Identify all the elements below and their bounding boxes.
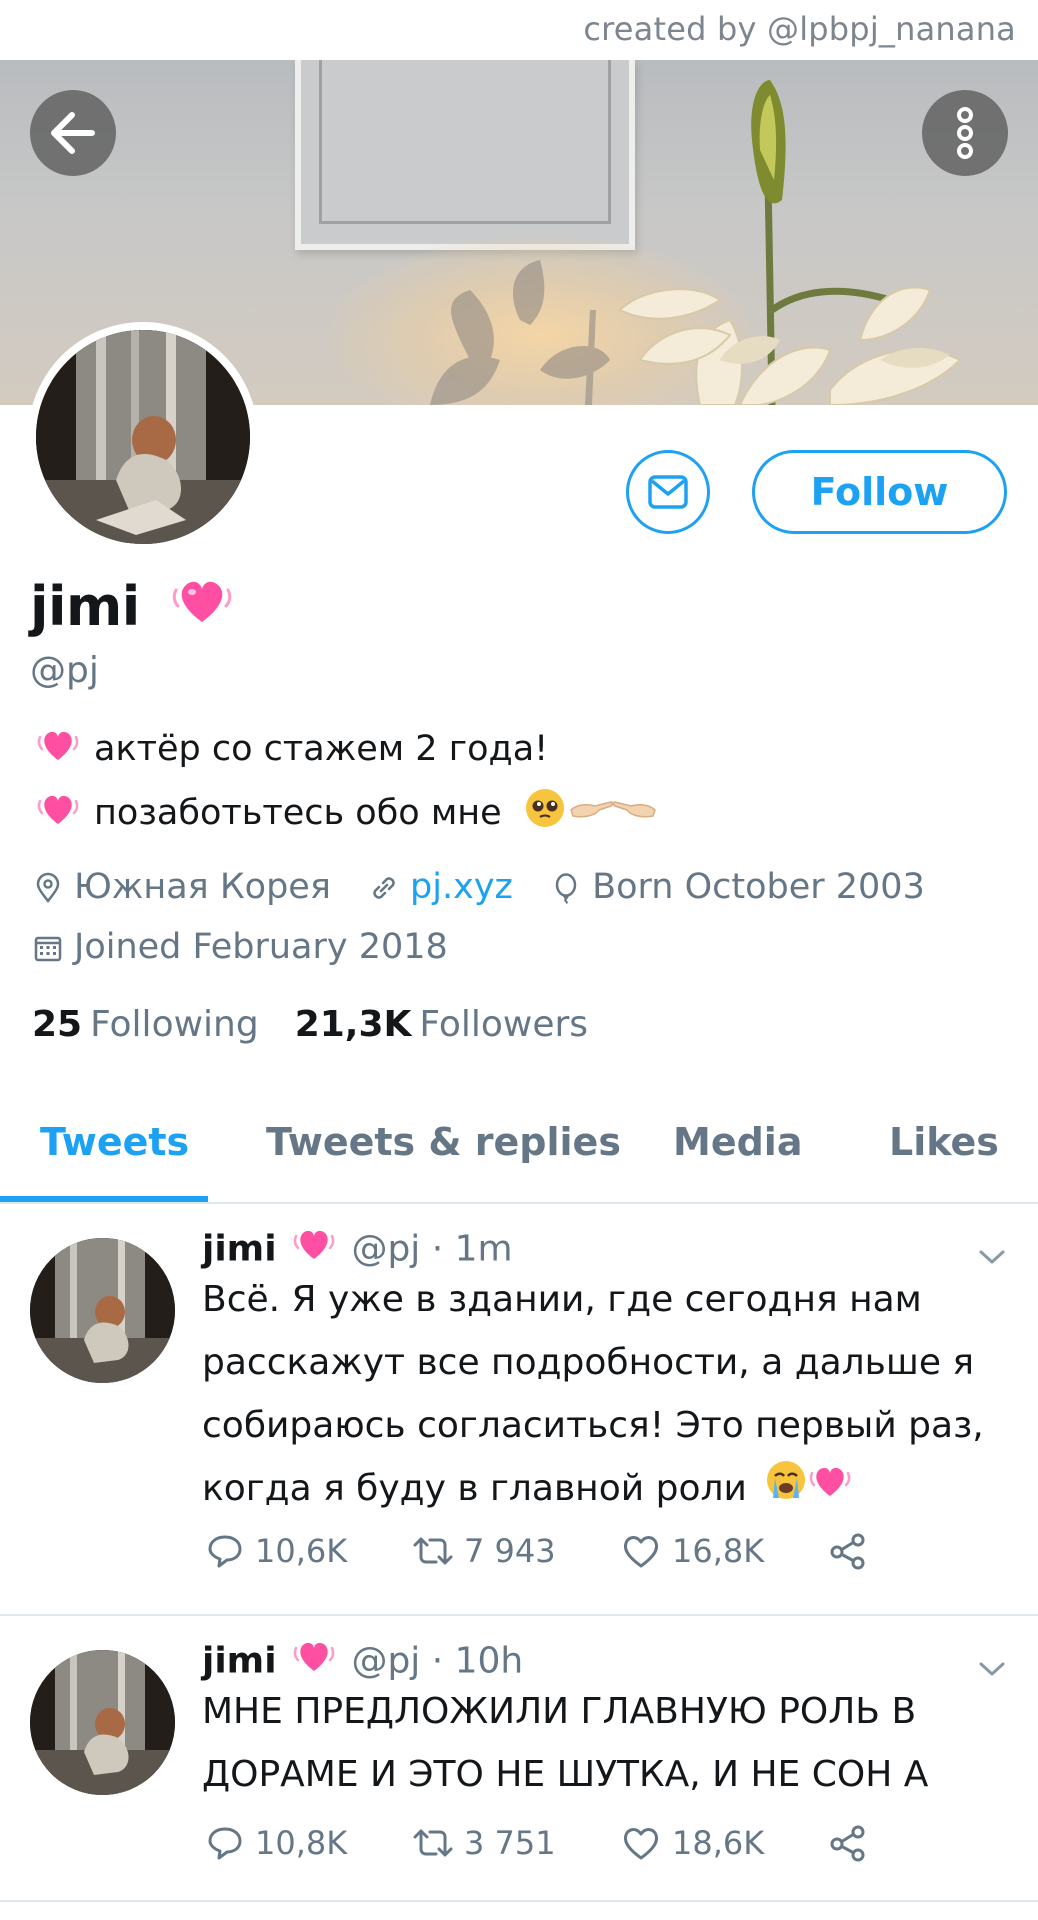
retweet-count: 7 943 [464,1532,556,1570]
arrow-left-icon [51,112,95,154]
active-tab-indicator [0,1196,208,1202]
retweet-button[interactable]: 7 943 [412,1530,556,1571]
like-button[interactable]: 16,8K [620,1530,764,1571]
heart-outline-icon [623,1828,659,1860]
reply-icon [208,1535,242,1568]
tweet-text: МНЕ ПРЕДЛОЖИЛИ ГЛАВНУЮ РОЛЬ В ДОРАМЕ И Э… [202,1680,1002,1806]
birthday-text: Born October 2003 [592,867,925,907]
followers-count: 21,3K [294,1004,412,1045]
bio-line-2: позаботьтесь обо мне [36,786,659,839]
calendar-icon [34,936,62,962]
tweet-author-name[interactable]: jimi [202,1229,277,1270]
like-count: 18,6K [672,1824,765,1862]
tab-tweets-and-replies[interactable]: Tweets & replies [266,1120,621,1164]
tweet-handle-time: @pj · 10h [351,1640,524,1682]
tweet-text-content: Всё. Я уже в здании, где сегодня нам рас… [202,1279,984,1509]
profile-meta-row-1: Южная Корея pj.xyz Born October 2003 [32,866,951,907]
retweet-icon [413,1537,453,1565]
tab-likes[interactable]: Likes [889,1120,999,1164]
envelope-icon [648,475,688,509]
retweet-count: 3 751 [464,1824,556,1862]
bio-line-1: актёр со стажем 2 года! [36,722,548,775]
share-icon [830,1533,865,1570]
beating-heart-emoji-icon [36,786,80,839]
more-options-button[interactable] [922,90,1008,176]
followers-link[interactable]: 21,3K Followers [295,1004,588,1045]
watermark-text: created by @lpbpj_nanana [583,10,1016,48]
link-icon [373,877,395,899]
tweet-author-name[interactable]: jimi [202,1641,277,1682]
reply-button[interactable]: 10,8K [205,1822,347,1863]
back-button[interactable] [30,90,116,176]
following-link[interactable]: 25 Following [32,1004,259,1045]
joined-text: Joined February 2018 [74,927,448,967]
pointing-fingers-emoji-icon [567,786,659,839]
website-link[interactable]: pj.xyz [410,867,513,907]
like-count: 16,8K [672,1532,765,1570]
share-icon [830,1825,865,1862]
bio-text-1: актёр со стажем 2 года! [94,728,549,769]
avatar-photo [30,1650,175,1795]
tweet-text: Всё. Я уже в здании, где сегодня нам рас… [202,1268,1002,1522]
share-button[interactable] [827,1530,869,1571]
bio-text-2: позаботьтесь обо мне [94,792,502,833]
avatar-photo [36,330,250,544]
location-text: Южная Корея [74,867,331,907]
tweet-text-content: МНЕ ПРЕДЛОЖИЛИ ГЛАВНУЮ РОЛЬ В ДОРАМЕ И Э… [202,1691,929,1795]
follow-counts: 25 Following 21,3K Followers [32,1004,588,1045]
profile-handle: @pj [30,650,99,691]
pleading-face-emoji-icon [523,786,567,839]
profile-location: Южная Корея [32,867,331,907]
tab-media[interactable]: Media [673,1120,802,1164]
profile-name-text: jimi [30,575,140,639]
tab-tweets[interactable]: Tweets [40,1120,189,1164]
heart-outline-icon [623,1536,659,1568]
beating-heart-emoji-icon [292,1633,336,1686]
tweet-item[interactable]: jimi @pj · 10h МНЕ ПРЕДЛОЖИЛИ ГЛАВНУЮ РО… [0,1616,1038,1902]
watermark-bar: created by @lpbpj_nanana [0,0,1038,60]
profile-name: jimi [30,572,234,649]
profile-meta-row-2: Joined February 2018 [32,926,474,967]
like-button[interactable]: 18,6K [620,1822,764,1863]
reply-button[interactable]: 10,6K [205,1530,347,1571]
followers-label: Followers [419,1004,589,1045]
beating-heart-emoji-icon [170,568,234,645]
beating-heart-emoji-icon [292,1221,336,1274]
crying-face-emoji-icon [764,1458,808,1522]
profile-website[interactable]: pj.xyz [368,867,513,907]
beating-heart-emoji-icon [808,1458,852,1522]
message-button[interactable] [626,450,710,534]
profile-birthday: Born October 2003 [550,867,925,907]
avatar-photo [30,1238,175,1383]
retweet-icon [413,1829,453,1857]
share-button[interactable] [827,1822,869,1863]
beating-heart-emoji-icon [36,722,80,775]
tweet-avatar[interactable] [30,1650,175,1795]
profile-avatar[interactable] [28,322,258,552]
reply-count: 10,6K [255,1532,348,1570]
profile-joined: Joined February 2018 [32,927,448,967]
tweet-item[interactable]: jimi @pj · 1m Всё. Я уже в здании, где с… [0,1204,1038,1616]
tweet-avatar[interactable] [30,1238,175,1383]
more-vertical-icon [957,107,973,159]
profile-tabs: Tweets Tweets & replies Media Likes [0,1100,1038,1204]
retweet-button[interactable]: 3 751 [412,1822,556,1863]
following-count: 25 [32,1004,83,1045]
follow-button[interactable]: Follow [752,450,1007,534]
following-label: Following [90,1004,259,1045]
location-pin-icon [36,872,60,904]
balloon-icon [555,873,577,904]
tweet-handle-time: @pj · 1m [351,1228,513,1270]
reply-icon [208,1827,242,1860]
reply-count: 10,8K [255,1824,348,1862]
